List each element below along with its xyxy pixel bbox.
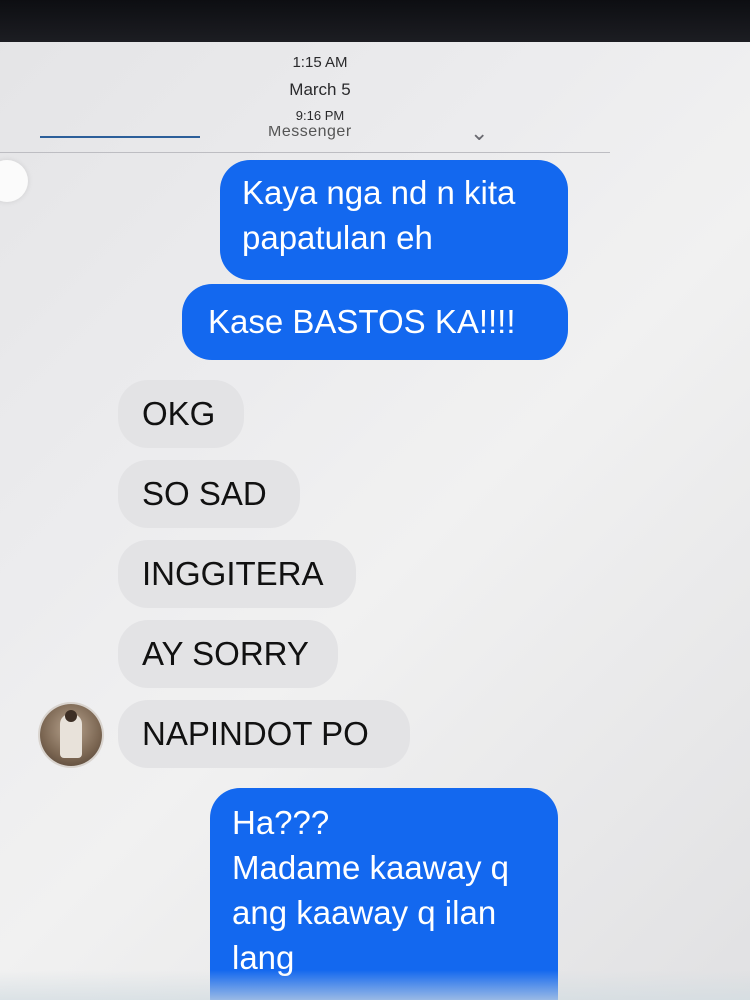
- message-received[interactable]: NAPINDOT PO: [118, 700, 410, 768]
- avatar-head: [65, 710, 77, 722]
- message-received[interactable]: AY SORRY: [118, 620, 338, 688]
- obscured-nav-bar: Messenger ⌄: [0, 126, 610, 153]
- date-label: March 5: [289, 80, 351, 99]
- message-sent[interactable]: Kase BASTOS KA!!!!: [182, 284, 568, 360]
- chat-screen: 1:15 AM March 5 9:16 PM Messenger ⌄ Kaya…: [0, 0, 750, 1000]
- bottom-edge: [0, 970, 750, 1000]
- assistive-touch-button[interactable]: [0, 160, 28, 202]
- nav-underline: [40, 136, 200, 138]
- timestamp-sub: 9:16 PM: [295, 108, 345, 123]
- timestamp-top: 1:15 AM: [292, 54, 348, 71]
- message-sent[interactable]: Ha??? Madame kaaway q ang kaaway q ilan …: [210, 788, 558, 1000]
- chevron-down-icon[interactable]: ⌄: [470, 126, 488, 146]
- message-received[interactable]: INGGITERA: [118, 540, 356, 608]
- app-label: Messenger: [268, 126, 352, 140]
- message-received[interactable]: SO SAD: [118, 460, 300, 528]
- message-sent[interactable]: Kaya nga nd n kita papatulan eh: [220, 160, 568, 280]
- message-received[interactable]: OKG: [118, 380, 244, 448]
- device-bezel: [0, 0, 750, 42]
- contact-avatar[interactable]: [40, 704, 102, 766]
